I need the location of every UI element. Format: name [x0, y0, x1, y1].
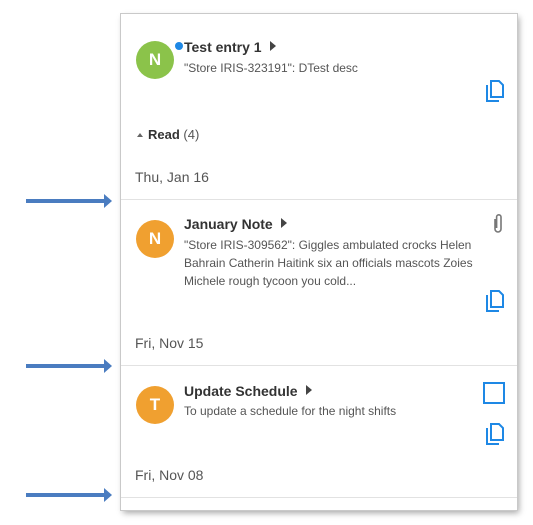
- entry-title[interactable]: Test entry 1: [184, 39, 276, 55]
- chevron-up-icon: [137, 133, 143, 137]
- divider: [121, 365, 517, 366]
- chevron-right-icon: [280, 218, 287, 228]
- avatar: T: [136, 386, 174, 424]
- entry-title-text: Test entry 1: [184, 39, 262, 55]
- entry-title-text: Update Schedule: [184, 383, 298, 399]
- entry-description: To update a schedule for the night shift…: [184, 404, 397, 418]
- annotation-arrow-3: [26, 488, 112, 502]
- read-label: Read: [148, 127, 180, 142]
- entry-description: "Store IRIS-323191": DTest desc: [184, 61, 358, 75]
- document-icon[interactable]: [486, 290, 504, 317]
- avatar: N: [136, 41, 174, 79]
- unread-dot-icon: [175, 42, 183, 50]
- avatar: N: [136, 220, 174, 258]
- document-icon[interactable]: [486, 80, 504, 107]
- read-section-toggle[interactable]: Read (4): [137, 127, 199, 142]
- date-header: Fri, Nov 15: [135, 335, 204, 351]
- notes-list-panel: N Test entry 1 "Store IRIS-323191": DTes…: [121, 14, 517, 510]
- divider: [121, 199, 517, 200]
- entry-title[interactable]: Update Schedule: [184, 383, 312, 399]
- date-header: Fri, Nov 08: [135, 467, 204, 483]
- document-icon[interactable]: [486, 423, 504, 450]
- date-header: Thu, Jan 16: [135, 169, 209, 185]
- checkbox[interactable]: [483, 382, 505, 409]
- entry-title[interactable]: January Note: [184, 216, 287, 232]
- chevron-right-icon: [305, 385, 312, 395]
- read-count: (4): [183, 127, 200, 142]
- entry-description: "Store IRIS-309562": Giggles ambulated c…: [184, 238, 473, 288]
- divider: [121, 497, 517, 498]
- paperclip-icon[interactable]: [492, 213, 504, 240]
- annotation-arrow-2: [26, 359, 112, 373]
- entry-title-text: January Note: [184, 216, 273, 232]
- chevron-right-icon: [269, 41, 276, 51]
- annotation-arrow-1: [26, 194, 112, 208]
